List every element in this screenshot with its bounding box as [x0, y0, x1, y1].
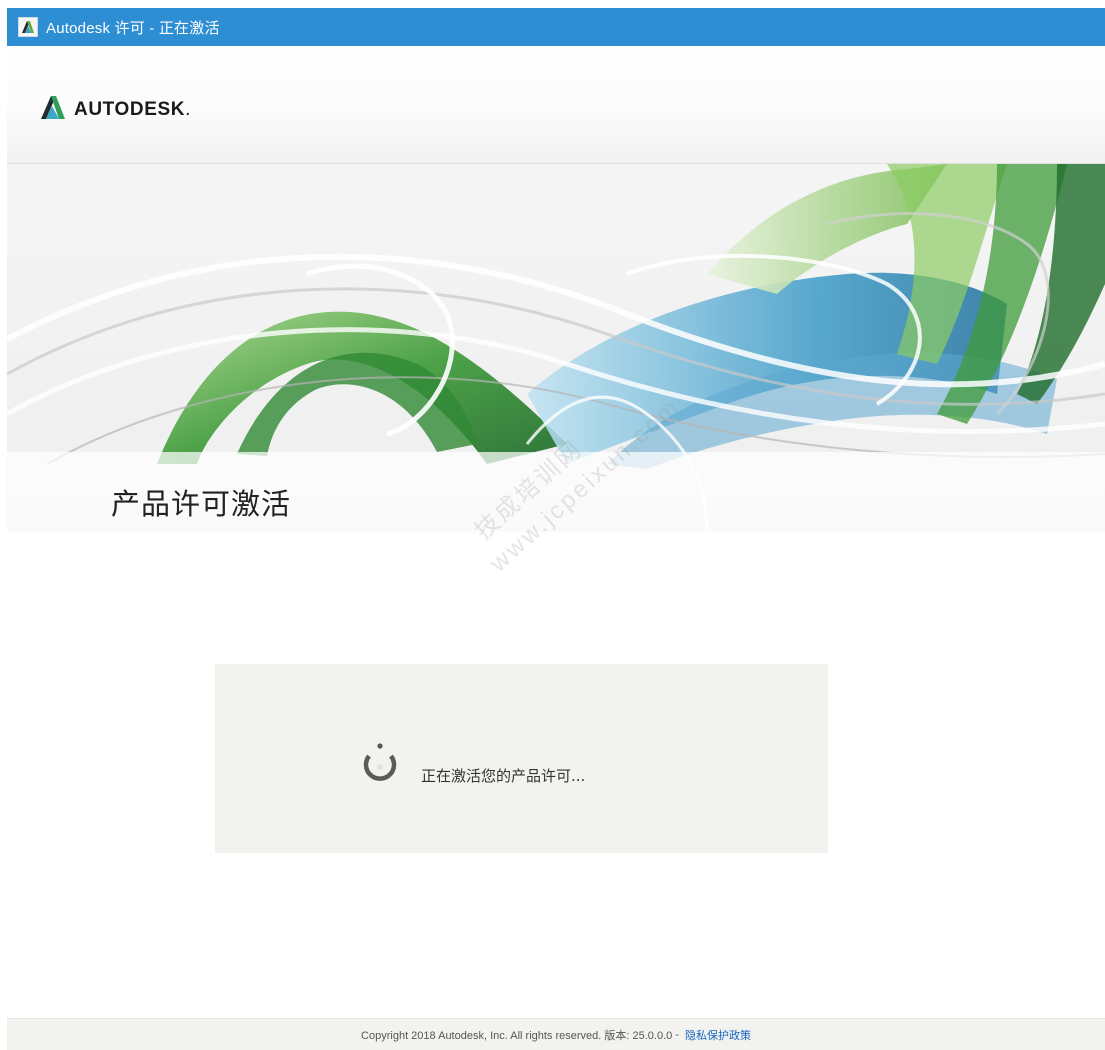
privacy-policy-link[interactable]: 隐私保护政策 — [685, 1027, 751, 1043]
license-activation-window: Autodesk 许可 - 正在激活 AUTODESK. 产品许可激活 技成培训… — [0, 0, 1105, 1050]
logo-text: AUTODESK — [74, 98, 186, 120]
status-message: 正在激活您的产品许可... — [421, 767, 586, 785]
footer-separator: - — [675, 1028, 679, 1041]
activation-status-panel: 正在激活您的产品许可... — [215, 664, 828, 853]
window-edge — [0, 0, 7, 1050]
autodesk-app-icon — [18, 17, 38, 37]
autodesk-logo: AUTODESK. — [40, 94, 190, 125]
title-bar[interactable]: Autodesk 许可 - 正在激活 — [7, 8, 1105, 46]
autodesk-logo-icon — [40, 94, 66, 125]
loading-spinner-icon — [355, 738, 405, 788]
page-title: 产品许可激活 — [111, 487, 292, 521]
window-title: Autodesk 许可 - 正在激活 — [46, 19, 220, 37]
copyright-text: Copyright 2018 Autodesk, Inc. All rights… — [361, 1029, 673, 1042]
header: AUTODESK. — [7, 46, 1105, 164]
logo-dot: . — [185, 98, 191, 120]
footer: Copyright 2018 Autodesk, Inc. All rights… — [7, 1018, 1105, 1050]
